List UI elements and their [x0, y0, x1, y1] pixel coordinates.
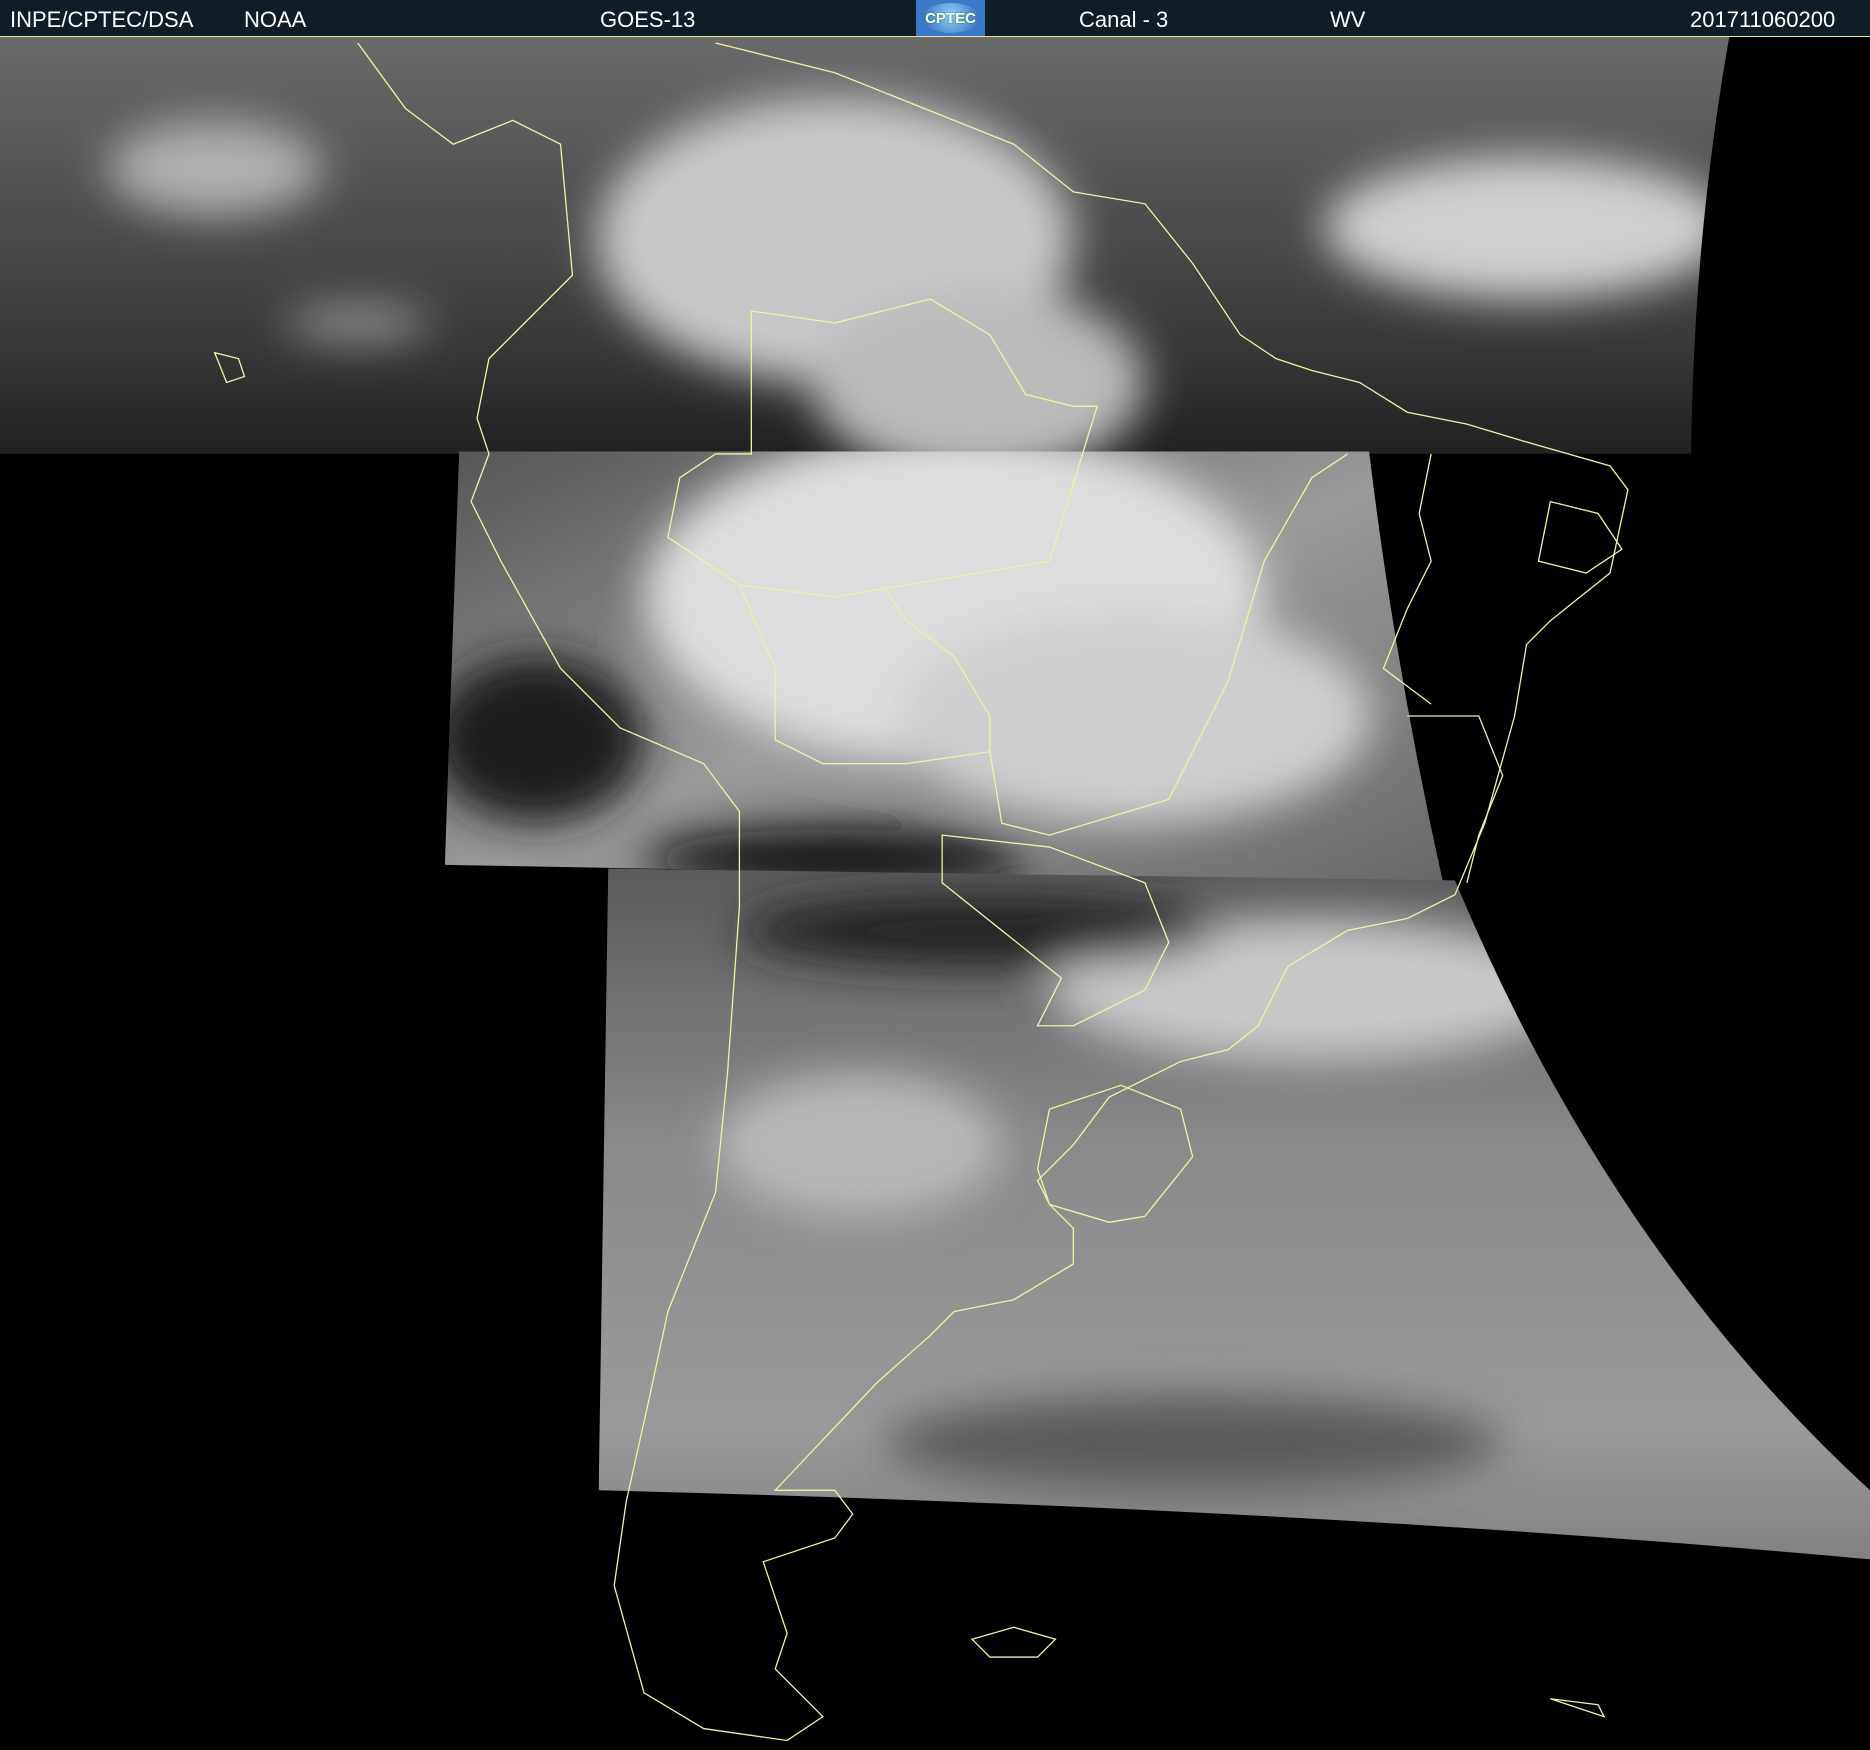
satellite-label: GOES-13: [600, 7, 696, 32]
agency-label: NOAA: [244, 7, 307, 32]
satellite-image-viewer: INPE/CPTEC/DSA NOAA GOES-13 CPTEC Canal …: [0, 0, 1870, 1750]
source-label: INPE/CPTEC/DSA: [10, 7, 194, 32]
timestamp-label: 201711060200: [1690, 7, 1836, 32]
middle-scan-panel: [444, 451, 1444, 883]
top-scan-panel: [0, 37, 1730, 454]
cptec-logo: CPTEC: [916, 0, 985, 36]
image-header-bar: INPE/CPTEC/DSA NOAA GOES-13 CPTEC Canal …: [0, 0, 1870, 37]
band-label: WV: [1330, 7, 1366, 32]
water-vapor-imagery: [0, 37, 1870, 1742]
cptec-logo-mark: CPTEC: [921, 3, 980, 33]
bottom-scan-panel: [598, 868, 1870, 1560]
channel-label: Canal - 3: [1079, 7, 1169, 32]
